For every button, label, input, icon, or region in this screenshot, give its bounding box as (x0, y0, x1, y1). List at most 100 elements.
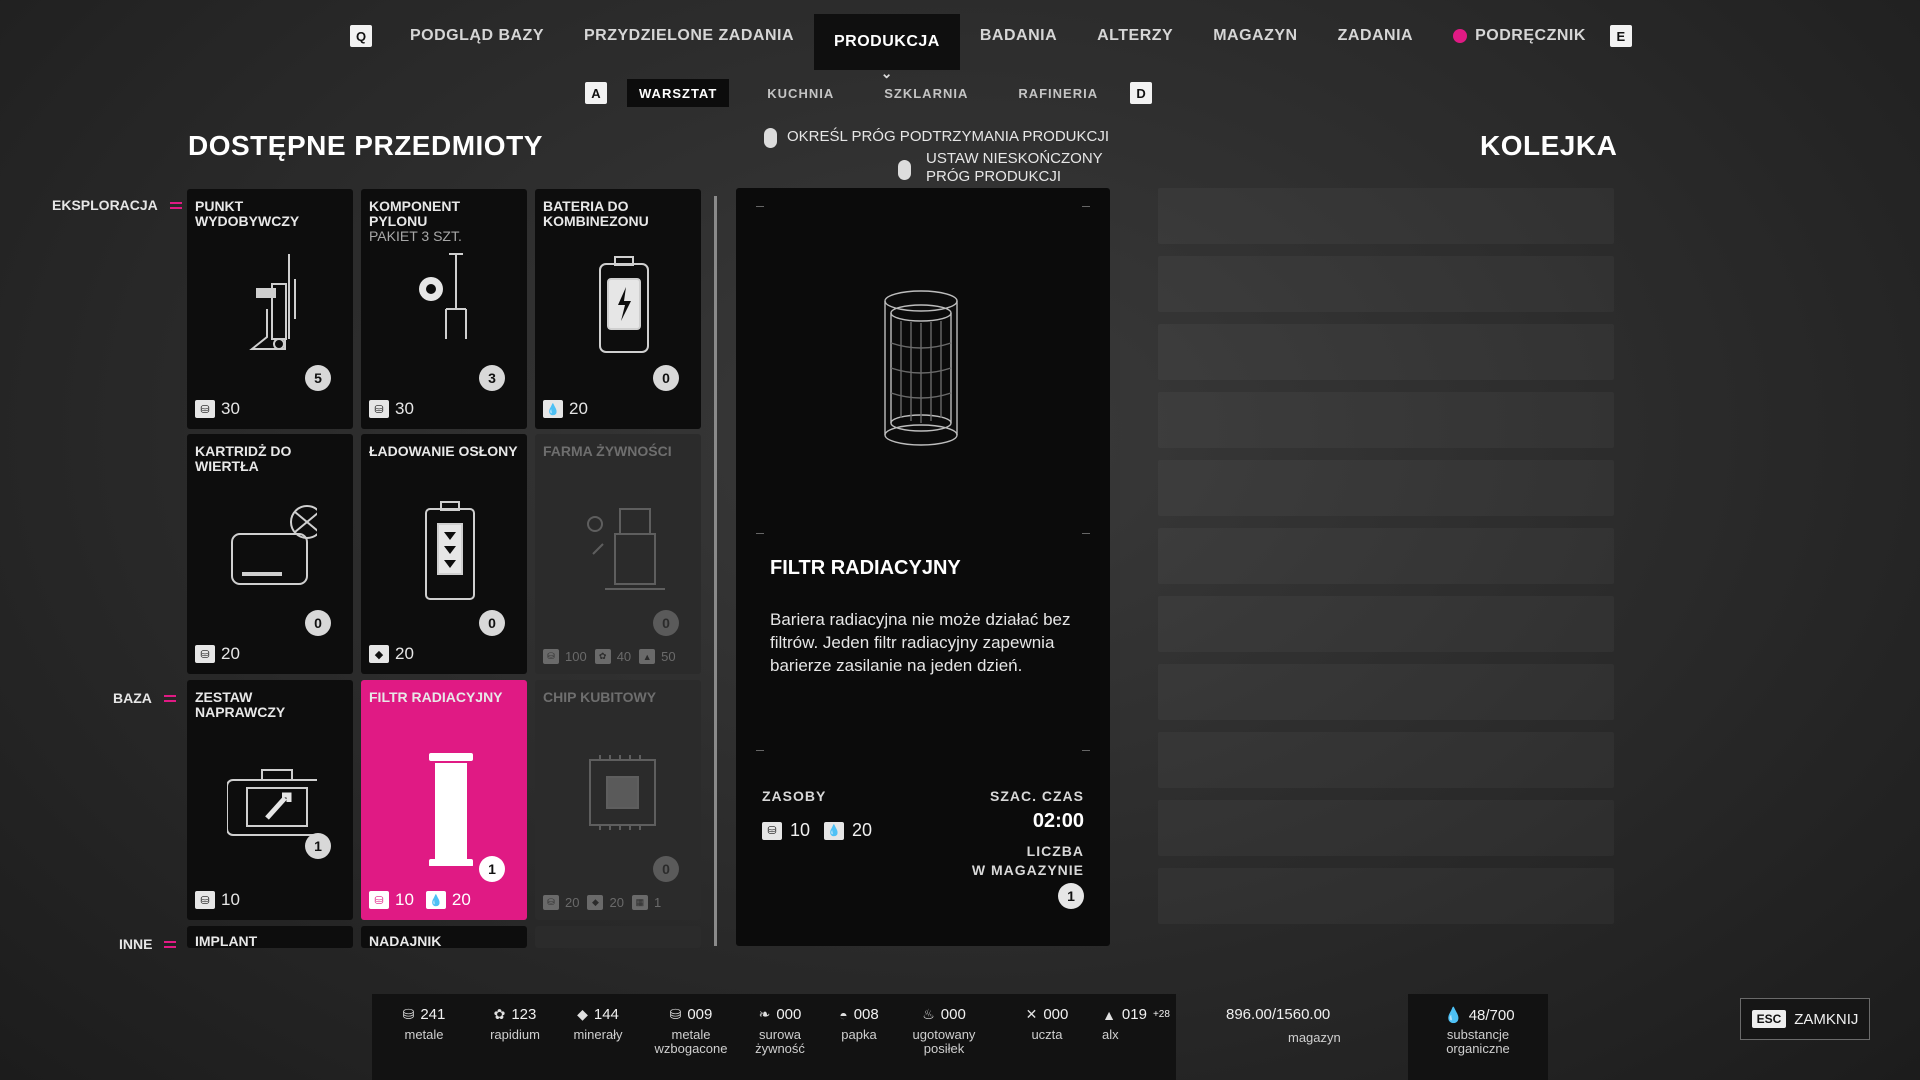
item-costs: 💧 20 (543, 399, 588, 419)
stock-label: LICZBA W MAGAZYNIE (971, 843, 1084, 878)
metal-icon: ⛁ (402, 1006, 415, 1022)
threshold-hint: OKREŚL PRÓG PODTRZYMANIA PRODUKCJI (764, 128, 1109, 148)
item-card-implant[interactable]: IMPLANT (187, 926, 353, 948)
tab-production[interactable]: PRODUKCJA ⌄ (814, 14, 960, 81)
queue-slot[interactable] (1158, 460, 1614, 516)
next-tab-key[interactable]: E (1609, 25, 1632, 47)
item-card-radiation-filter[interactable]: FILTR RADIACYJNY 1 ⛁ 10 💧 20 (361, 680, 527, 920)
subtab-workshop[interactable]: WARSZTAT (627, 79, 730, 107)
tab-research[interactable]: BADANIA (960, 14, 1077, 58)
close-button[interactable]: ESC ZAMKNIJ (1740, 998, 1870, 1040)
detail-title: FILTR RADIACYJNY (770, 557, 961, 579)
item-card-transmitter[interactable]: NADAJNIK (361, 926, 527, 948)
queue-slot[interactable] (1158, 732, 1614, 788)
subtab-kitchen[interactable]: KUCHNIA (755, 79, 846, 107)
raw-food-icon: ❧ (758, 1006, 771, 1022)
sub-nav: A WARSZTAT KUCHNIA SZKLARNIA RAFINERIA D (585, 78, 1153, 108)
tab-base-overview[interactable]: PODGLĄD BAZY (390, 14, 564, 58)
stock-count-badge: 1 (1058, 883, 1084, 909)
queue-slot[interactable] (1158, 324, 1614, 380)
resources-label: ZASOBY (762, 788, 827, 804)
notification-dot-icon (1453, 29, 1468, 43)
item-costs: ⛁ 10 💧 20 (369, 890, 471, 910)
item-card-suit-battery[interactable]: BATERIA DO KOMBINEZONU 0 💧 20 (535, 189, 701, 429)
tab-assigned-tasks[interactable]: PRZYDZIELONE ZADANIA (564, 14, 814, 58)
enriched-metal-icon: ⛁ (669, 1006, 682, 1022)
queue-slot[interactable] (1158, 392, 1614, 448)
infinite-hint-line1: USTAW NIESKOŃCZONY (926, 150, 1103, 167)
category-other[interactable]: INNE (119, 936, 177, 952)
item-card-empty (535, 926, 701, 948)
category-base[interactable]: BAZA (113, 690, 176, 706)
circuit-icon: ▦ (631, 895, 648, 910)
threshold-hint-text: OKREŚL PRÓG PODTRZYMANIA PRODUKCJI (787, 128, 1109, 145)
queue-slot[interactable] (1158, 256, 1614, 312)
queue-slot[interactable] (1158, 528, 1614, 584)
item-card-shield-charge[interactable]: ŁADOWANIE OSŁONY 0 ◆ 20 (361, 434, 527, 674)
item-costs: ⛁ 30 (369, 399, 414, 419)
metal-icon: ⛁ (762, 821, 782, 840)
esc-key: ESC (1751, 1010, 1787, 1028)
category-marker-icon (163, 694, 176, 702)
item-card-pylon-component[interactable]: KOMPONENT PYLONU PAKIET 3 SZT. 3 ⛁ 30 (361, 189, 527, 429)
item-card-food-farm[interactable]: FARMA ŻYWNOŚCI 0 ⛁ 100 ✿ 40 ▲ 50 (535, 434, 701, 674)
item-name: KARTRIDŻ DO WIERTŁA (195, 443, 292, 474)
mineral-icon: ◆ (577, 1006, 588, 1022)
mineral-icon: ◆ (369, 645, 389, 663)
stock-badge: 1 (479, 856, 505, 882)
infinite-hint-line2: PRÓG PRODUKCJI (926, 168, 1062, 185)
prev-tab-key[interactable]: Q (350, 25, 372, 47)
stock-badge: 0 (479, 610, 505, 636)
available-items-title: DOSTĘPNE PRZEDMIOTY (188, 130, 543, 161)
resource-mush: ◓ 008 papka (839, 1006, 879, 1042)
item-detail-panel: FILTR RADIACYJNY Bariera radiacyjna nie … (736, 188, 1110, 946)
queue-slot[interactable] (1158, 800, 1614, 856)
subtab-greenhouse[interactable]: SZKLARNIA (872, 79, 980, 107)
stock-badge: 5 (305, 365, 331, 391)
item-card-drill-cartridge[interactable]: KARTRIDŻ DO WIERTŁA 0 ⛁ 20 (187, 434, 353, 674)
category-base-label: BAZA (113, 690, 152, 706)
items-scrollbar[interactable] (714, 196, 717, 946)
detail-description: Bariera radiacyjna nie może działać bez … (770, 610, 1071, 675)
metal-icon: ⛁ (195, 645, 215, 663)
queue-slot[interactable] (1158, 188, 1614, 244)
item-costs: ⛁ 20 ◆ 20 ▦ 1 (543, 895, 661, 910)
subtab-refinery[interactable]: RAFINERIA (1006, 79, 1110, 107)
tab-storage[interactable]: MAGAZYN (1193, 14, 1317, 58)
queue-slot[interactable] (1158, 868, 1614, 924)
item-name: IMPLANT (195, 933, 258, 949)
metal-icon: ⛁ (195, 891, 215, 909)
resource-feast: ✕ 000 uczta (1025, 1006, 1069, 1042)
tab-alters[interactable]: ALTERZY (1077, 14, 1193, 58)
queue-slot[interactable] (1158, 596, 1614, 652)
resource-rapidium: ✿ 123 rapidium (490, 1006, 540, 1042)
resource-raw-food: ❧ 000 surowa żywność (755, 1006, 805, 1056)
resource-metals: ⛁ 241 metale (402, 1006, 446, 1042)
item-card-extraction-point[interactable]: PUNKT WYDOBYWCZY 5 ⛁ 30 (187, 189, 353, 429)
item-name: NADAJNIK (369, 933, 442, 949)
storage-label: magazyn (1288, 1030, 1341, 1045)
prev-subtab-key[interactable]: A (585, 82, 607, 104)
meal-icon: ♨ (922, 1006, 935, 1022)
resource-alx: ▲ 019 +28 alx (1102, 1006, 1170, 1042)
bowl-icon: ◓ (839, 1006, 848, 1023)
item-card-repair-kit[interactable]: ZESTAW NAPRAWCZY 1 ⛁ 10 (187, 680, 353, 920)
tab-handbook[interactable]: PODRĘCZNIK (1433, 14, 1606, 58)
queue-title: KOLEJKA (1480, 130, 1618, 161)
detail-resources: ⛁ 10 💧 20 (762, 820, 872, 841)
item-name: PUNKT WYDOBYWCZY (195, 198, 300, 229)
next-subtab-key[interactable]: D (1130, 82, 1153, 104)
drill-rig-icon (249, 254, 296, 350)
category-other-label: INNE (119, 936, 153, 952)
item-card-qubit-chip[interactable]: CHIP KUBITOWY 0 ⛁ 20 ◆ 20 ▦ 1 (535, 680, 701, 920)
stock-badge: 0 (305, 610, 331, 636)
queue-slot[interactable] (1158, 664, 1614, 720)
stock-badge: 0 (653, 856, 679, 882)
farm-icon (587, 508, 665, 590)
organic-drop-icon: 💧 (543, 400, 563, 418)
tab-tasks[interactable]: ZADANIA (1318, 14, 1434, 58)
alx-icon: ▲ (639, 649, 656, 664)
organic-substances: 💧 48/700 substancje organiczne (1408, 994, 1548, 1080)
time-label: SZAC. CZAS (990, 788, 1084, 804)
category-exploration[interactable]: EKSPLORACJA (52, 197, 182, 213)
